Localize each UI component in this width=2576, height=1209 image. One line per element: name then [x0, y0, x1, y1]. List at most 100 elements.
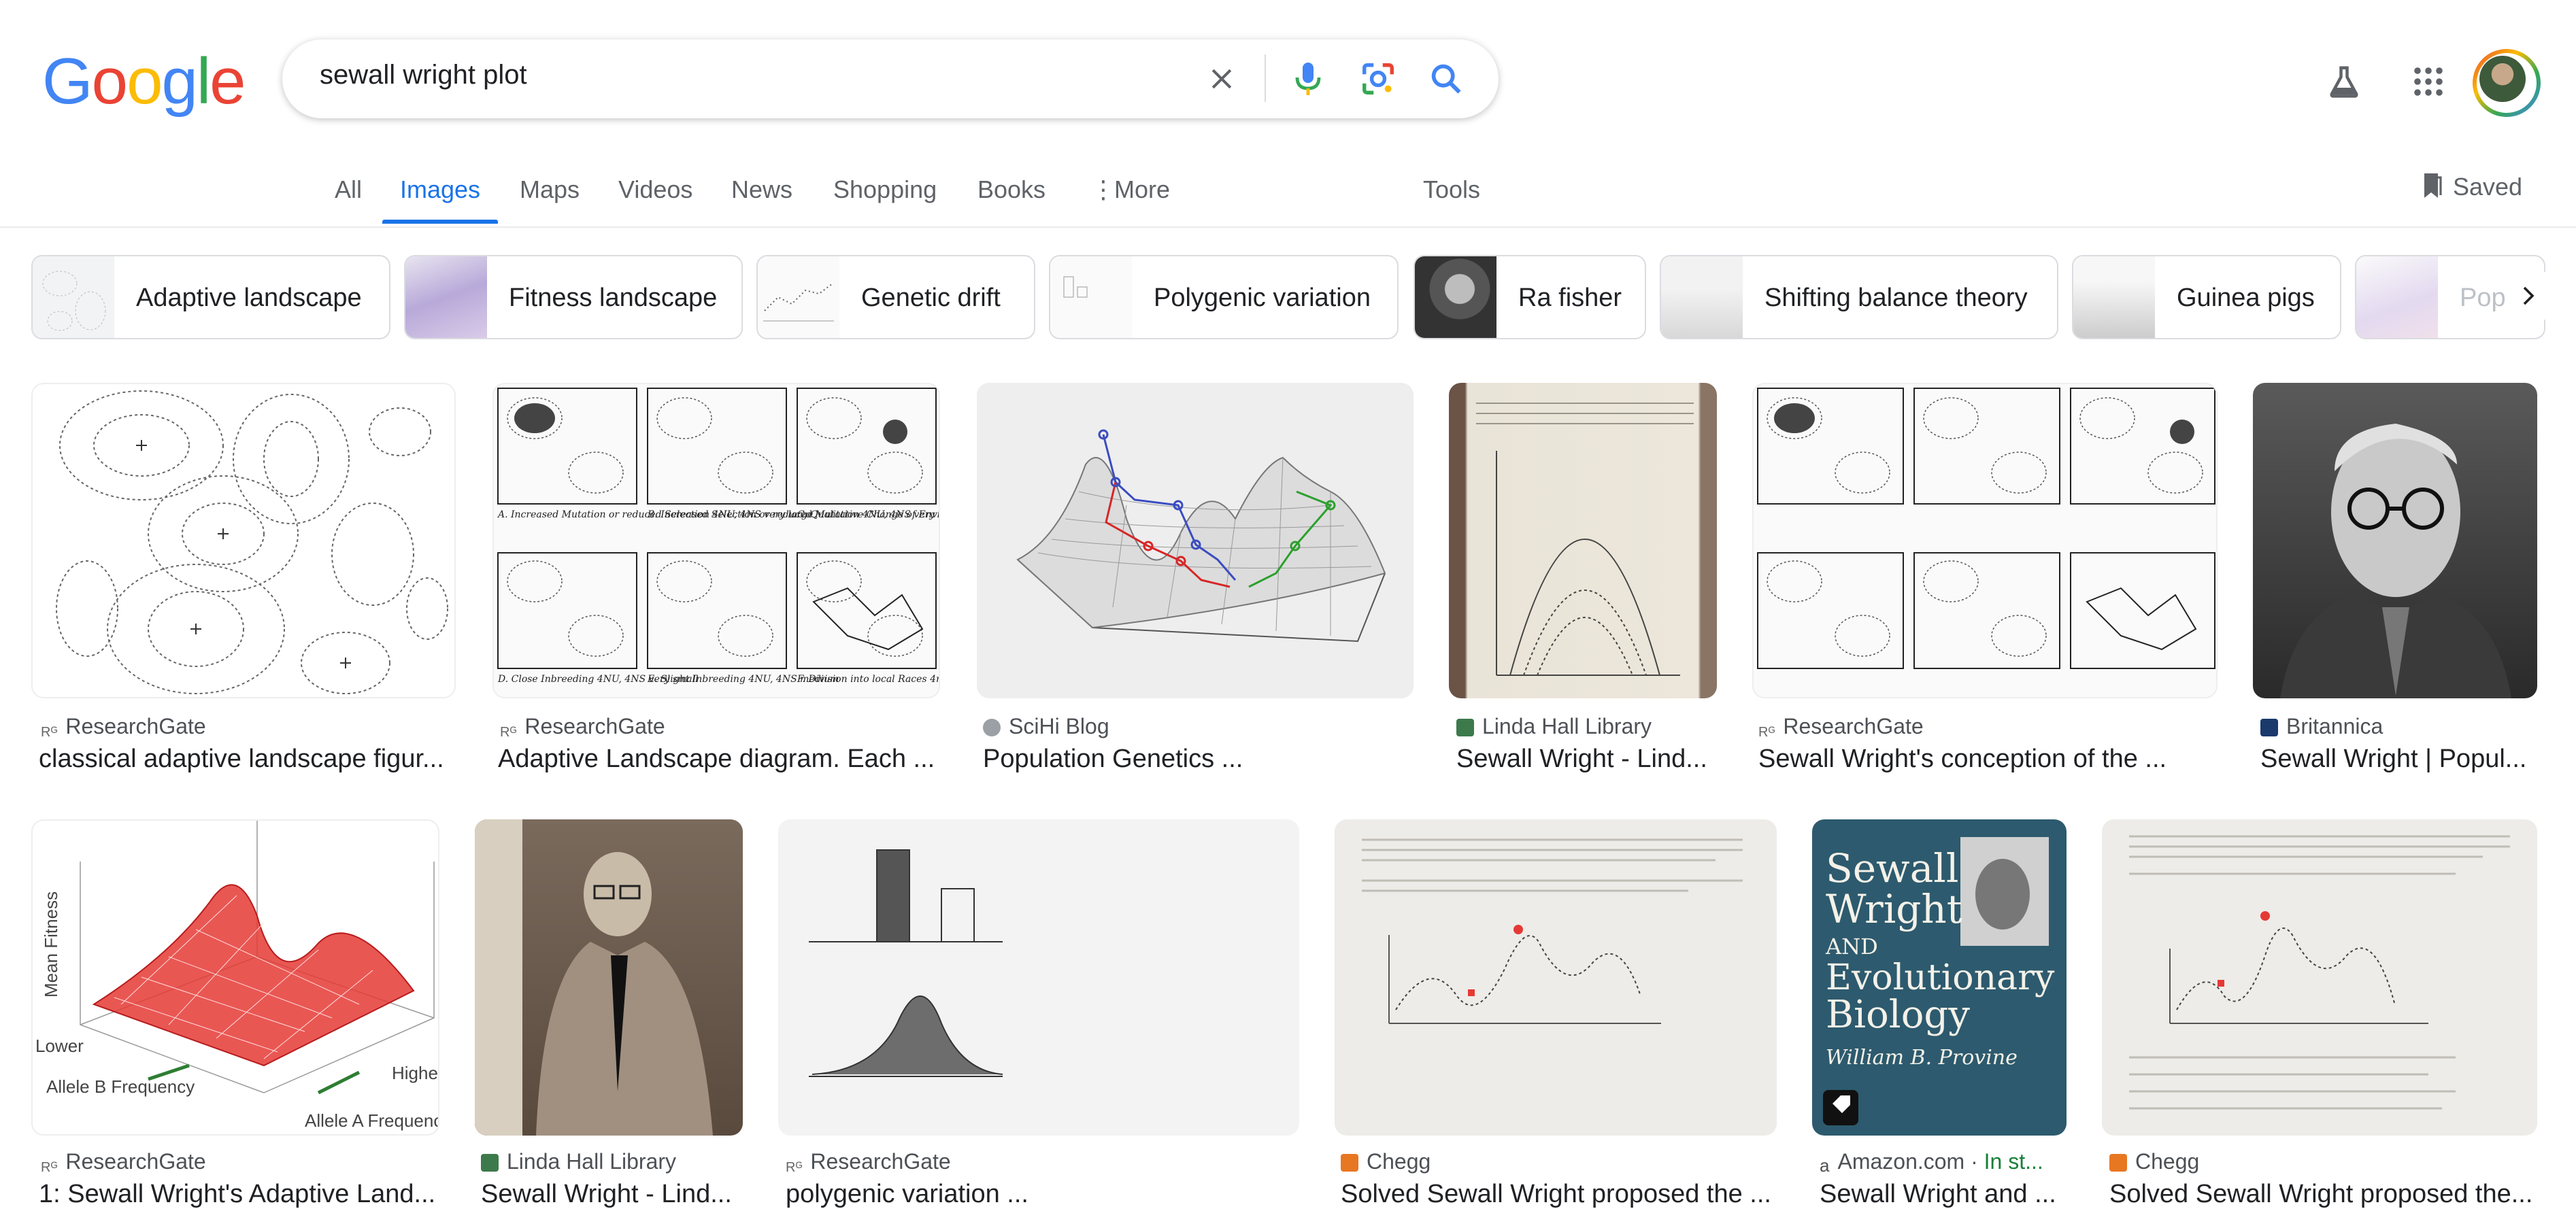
bookmark-icon — [2422, 172, 2443, 205]
logo-letter: g — [161, 45, 197, 118]
result-image-book-page[interactable] — [1449, 383, 1717, 698]
chip-adaptive-landscape[interactable]: Adaptive landscape — [31, 255, 390, 339]
result-title[interactable]: Population Genetics ... — [983, 745, 1411, 774]
lens-camera-icon[interactable] — [1354, 54, 1403, 103]
scihi-favicon — [983, 719, 1001, 736]
lindahall-favicon — [481, 1154, 499, 1172]
result-source[interactable]: SciHi Blog — [983, 714, 1109, 739]
result-image-polygenic[interactable] — [778, 819, 1299, 1136]
chip-shifting-balance-theory[interactable]: Shifting balance theory — [1660, 255, 2058, 339]
result-image-fitness-mesh[interactable]: Mean Fitness Lower Higher Allele B Frequ… — [31, 819, 439, 1136]
amazon-favicon: a — [1820, 1155, 1830, 1176]
tab-videos[interactable]: Videos — [618, 175, 692, 204]
result-source-label: ResearchGate — [810, 1149, 951, 1174]
result-title[interactable]: classical adaptive landscape figur... — [39, 745, 454, 774]
logo-letter: l — [196, 45, 211, 118]
result-source[interactable]: Britannica — [2260, 714, 2383, 739]
result-title[interactable]: Sewall Wright's conception of the ... — [1758, 745, 2214, 774]
result-title[interactable]: Sewall Wright - Lind... — [481, 1180, 743, 1209]
researchgate-favicon: Rᴳ — [500, 725, 517, 740]
result-source[interactable]: Linda Hall Library — [481, 1149, 676, 1174]
saved-label: Saved — [2453, 173, 2523, 201]
result-image-contour-map[interactable] — [31, 383, 456, 698]
tab-shopping[interactable]: Shopping — [833, 175, 937, 204]
result-source[interactable]: Linda Hall Library — [1456, 714, 1652, 739]
result-image-chegg-question-2[interactable] — [2102, 819, 2537, 1136]
result-title[interactable]: Solved Sewall Wright proposed the... — [2109, 1180, 2538, 1209]
tab-tools[interactable]: Tools — [1423, 175, 1480, 204]
avatar-photo — [2479, 56, 2526, 102]
result-title[interactable]: Sewall Wright - Lind... — [1456, 745, 1715, 774]
result-source[interactable]: Chegg — [1341, 1149, 1431, 1174]
fitness-higher-label: Higher — [392, 1063, 439, 1083]
result-image-adaptive-panels[interactable]: A. Increased Mutation or reduced Selecti… — [492, 383, 940, 698]
tab-books[interactable]: Books — [977, 175, 1046, 204]
chip-guinea-pigs[interactable]: Guinea pigs — [2072, 255, 2341, 339]
logo-letter: G — [42, 45, 93, 118]
result-source[interactable]: a Amazon.com · In st... — [1820, 1149, 2043, 1176]
result-title[interactable]: Sewall Wright and ... — [1820, 1180, 2064, 1209]
book-title-line: Evolutionary — [1826, 957, 2055, 998]
tab-all[interactable]: All — [335, 175, 362, 204]
chip-label: Shifting balance theory — [1764, 284, 2028, 312]
chip-ra-fisher[interactable]: Ra fisher — [1414, 255, 1646, 339]
chips-next-arrow[interactable] — [2505, 272, 2552, 320]
tab-maps[interactable]: Maps — [520, 175, 580, 204]
result-title[interactable]: polygenic variation ... — [786, 1180, 1296, 1209]
book-title-line: AND — [1825, 934, 1878, 959]
result-source[interactable]: Rᴳ ResearchGate — [786, 1149, 951, 1176]
result-source[interactable]: Rᴳ ResearchGate — [500, 714, 665, 740]
result-image-chegg-question[interactable] — [1335, 819, 1777, 1136]
chip-thumbnail — [1415, 256, 1496, 338]
google-logo[interactable]: Google — [42, 45, 246, 118]
saved-button[interactable]: Saved — [2422, 172, 2522, 205]
tab-more[interactable]: ⋮ More — [1091, 175, 1170, 204]
result-title[interactable]: Sewall Wright | Popul... — [2260, 745, 2536, 774]
chegg-favicon — [2109, 1154, 2127, 1172]
in-stock-label: In st... — [1984, 1149, 2043, 1174]
result-source[interactable]: Rᴳ ResearchGate — [41, 1149, 206, 1176]
result-title[interactable]: 1: Sewall Wright's Adaptive Land... — [39, 1180, 440, 1209]
labs-flask-icon[interactable] — [2317, 54, 2371, 109]
result-image-book-cover[interactable]: Sewall Wright AND Evolutionary Biology W… — [1812, 819, 2067, 1136]
chip-thumbnail — [405, 256, 487, 338]
account-avatar[interactable] — [2473, 49, 2541, 117]
chip-label: Ra fisher — [1518, 284, 1622, 312]
result-source[interactable]: Rᴳ ResearchGate — [1758, 714, 1924, 740]
result-source-label: ResearchGate — [1783, 714, 1924, 738]
result-image-conception-panels[interactable] — [1752, 383, 2218, 698]
chip-label: Polygenic variation — [1154, 284, 1371, 312]
result-title[interactable]: Solved Sewall Wright proposed the ... — [1341, 1180, 1776, 1209]
search-icon[interactable] — [1422, 54, 1471, 103]
result-title[interactable]: Adaptive Landscape diagram. Each ... — [498, 745, 940, 774]
britannica-favicon — [2260, 719, 2278, 736]
result-image-old-photo[interactable] — [475, 819, 743, 1136]
result-source[interactable]: Rᴳ ResearchGate — [41, 714, 206, 740]
book-author: William B. Provine — [1826, 1046, 2018, 1070]
panel-c-caption: C. Qualitative Change of Environment 4NU… — [797, 509, 940, 520]
result-source-label: Chegg — [2135, 1149, 2200, 1174]
logo-letter: o — [127, 45, 163, 118]
chip-fitness-landscape[interactable]: Fitness landscape — [404, 255, 743, 339]
result-source[interactable]: Chegg — [2109, 1149, 2199, 1174]
apps-grid-icon[interactable] — [2401, 54, 2456, 109]
chevron-right-icon — [2523, 286, 2535, 305]
logo-letter: e — [210, 45, 246, 118]
chip-label: Fitness landscape — [509, 284, 718, 312]
clear-icon[interactable] — [1197, 54, 1246, 103]
search-input[interactable]: sewall wright plot — [320, 60, 527, 90]
result-source-label: ResearchGate — [65, 714, 206, 738]
microphone-icon[interactable] — [1284, 54, 1333, 103]
tab-images[interactable]: Images — [400, 175, 480, 204]
search-divider — [1265, 54, 1266, 102]
chip-thumbnail — [2356, 256, 2438, 338]
fitness-y-label: Mean Fitness — [41, 891, 61, 998]
book-title-line: Wright — [1826, 886, 1962, 932]
result-image-3d-mesh[interactable] — [977, 383, 1414, 698]
result-image-portrait[interactable] — [2253, 383, 2537, 698]
fitness-lower-label: Lower — [35, 1036, 84, 1056]
tab-news[interactable]: News — [731, 175, 792, 204]
chip-polygenic-variation[interactable]: Polygenic variation — [1049, 255, 1399, 339]
chip-genetic-drift[interactable]: Genetic drift — [756, 255, 1035, 339]
researchgate-favicon: Rᴳ — [41, 1160, 58, 1175]
